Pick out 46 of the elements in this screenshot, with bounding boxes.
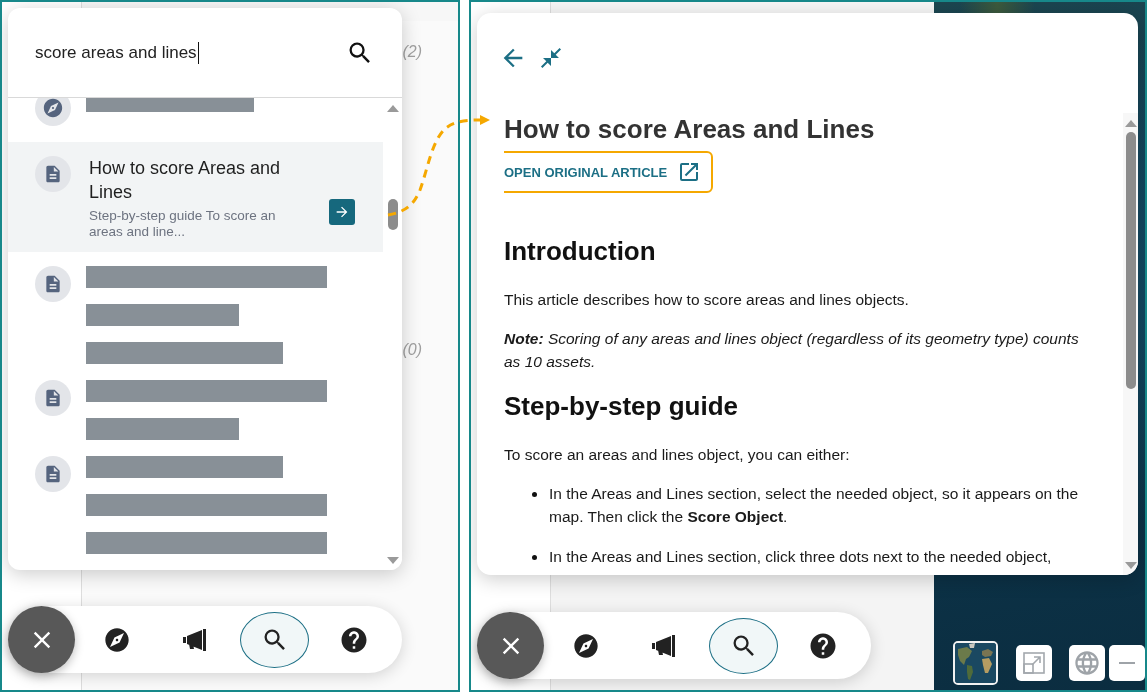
compass-icon xyxy=(35,98,71,126)
document-icon xyxy=(35,156,71,192)
section-heading: Step-by-step guide xyxy=(504,390,739,422)
globe-icon xyxy=(1073,649,1101,677)
explore-button[interactable] xyxy=(571,631,600,660)
count-label: (2) xyxy=(402,43,422,61)
scrollbar-thumb[interactable] xyxy=(387,199,398,230)
paragraph: To score an areas and lines object, you can either: xyxy=(504,445,851,465)
explore-button[interactable] xyxy=(102,625,131,654)
collapse-icon xyxy=(539,46,563,70)
count-label: (0) xyxy=(402,341,422,359)
search-field[interactable]: score areas and lines xyxy=(35,32,336,73)
scroll-up-icon[interactable] xyxy=(1124,120,1137,127)
search-result-item[interactable]: How to score Areas and Lines Step-by-step guide To score an areas and line... xyxy=(8,142,383,252)
scroll-up-icon[interactable] xyxy=(386,105,399,112)
collapse-button[interactable] xyxy=(539,46,563,70)
megaphone-icon xyxy=(182,628,209,651)
open-original-article-button[interactable]: OPEN ORIGINAL ARTICLE xyxy=(504,151,714,193)
bullet-icon xyxy=(532,555,537,560)
scrollbar-thumb[interactable] xyxy=(1125,132,1136,389)
list-item-text: In the Areas and Lines section, select the needed object, so it appears on the map. Then click the Score Object. xyxy=(549,484,1080,527)
open-result-button[interactable] xyxy=(329,199,355,225)
compass-icon xyxy=(571,631,600,660)
list-item-text: In the Areas and Lines section, click three dots next to the needed object, xyxy=(549,547,1052,567)
note-paragraph: Note: Scoring of any areas and lines object (regardless of its geometry type) counts as 10 assets. xyxy=(504,329,1080,372)
result-summary: Step-by-step guide To score an areas and line... xyxy=(89,208,277,240)
megaphone-icon xyxy=(651,634,678,657)
text-caret-icon xyxy=(197,41,199,64)
minus-icon xyxy=(1119,662,1135,664)
world-map-icon xyxy=(955,643,996,683)
basemap-button[interactable] xyxy=(953,641,998,685)
section-heading: Introduction xyxy=(504,235,657,267)
paragraph: This article describes how to score areas and lines objects. xyxy=(504,290,910,310)
expand-icon xyxy=(1023,652,1045,674)
document-icon xyxy=(35,266,71,302)
announcements-button[interactable] xyxy=(182,628,209,651)
compass-icon xyxy=(102,625,131,654)
scroll-down-icon[interactable] xyxy=(386,557,399,564)
arrow-right-icon xyxy=(334,204,350,220)
announcements-button[interactable] xyxy=(651,634,678,657)
scroll-down-icon[interactable] xyxy=(1124,562,1137,569)
article-title: How to score Areas and Lines xyxy=(504,113,876,145)
document-icon xyxy=(35,456,71,492)
bullet-icon xyxy=(532,492,537,497)
document-icon xyxy=(35,380,71,416)
result-title: How to score Areas and Lines xyxy=(89,157,282,204)
